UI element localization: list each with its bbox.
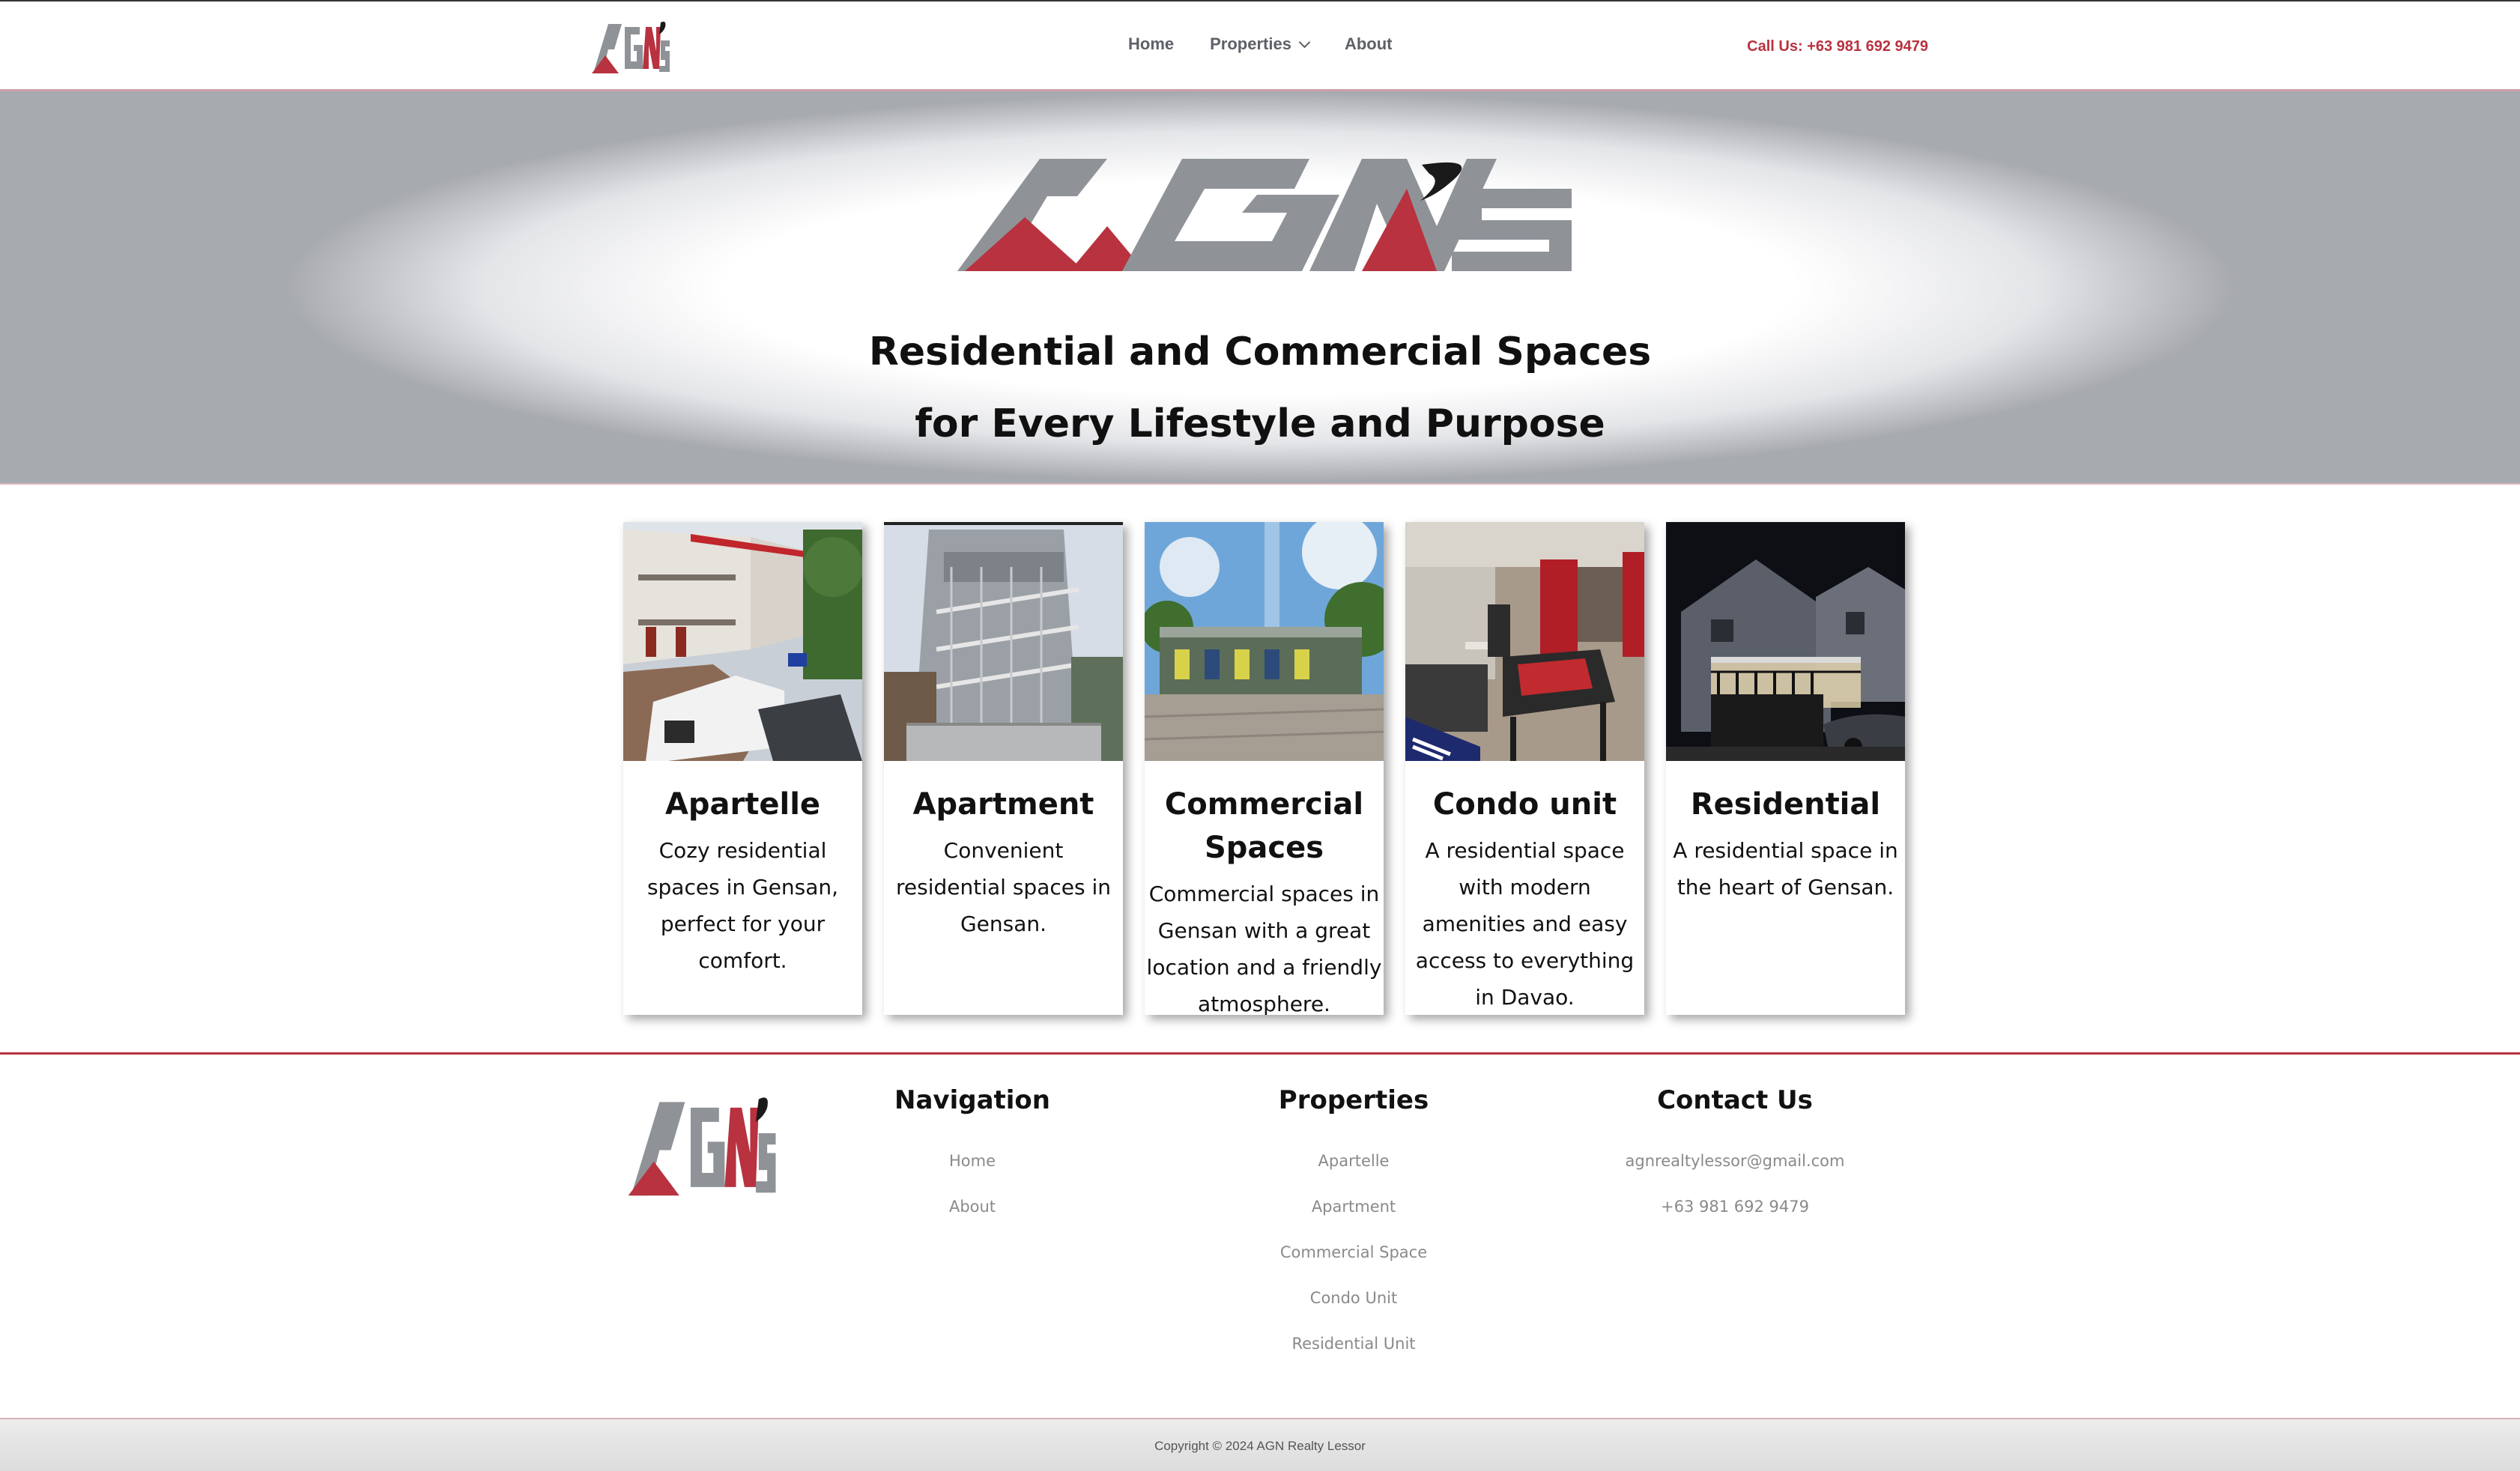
copyright-text: Copyright © 2024 AGN Realty Lessor <box>1154 1439 1366 1453</box>
card-description: Convenient residential spaces in Gensan. <box>896 838 1111 936</box>
card-title: Commercial Spaces <box>1164 787 1364 865</box>
hero-banner: Residential and Commercial Spaces for Ev… <box>0 91 2520 485</box>
commercial-photo[interactable] <box>1145 522 1384 761</box>
property-card-residential[interactable]: Residential A residential space in the h… <box>1666 522 1905 1015</box>
card-description: A residential space in the heart of Gens… <box>1673 838 1898 900</box>
card-title: Apartment <box>912 787 1094 822</box>
nav-about-label: About <box>1344 34 1393 53</box>
card-title: Residential <box>1690 787 1881 822</box>
card-title: Condo unit <box>1432 787 1617 822</box>
nav-properties-label: Properties <box>1210 34 1291 53</box>
property-card-condo[interactable]: Condo unit A residential space with mode… <box>1405 522 1644 1015</box>
footer-link-apartelle[interactable]: Apartelle <box>1204 1138 1503 1184</box>
footer-link-apartment[interactable]: Apartment <box>1204 1184 1503 1230</box>
agn-logo[interactable] <box>592 19 671 75</box>
footer-properties-heading: Properties <box>1278 1085 1429 1115</box>
nav-home[interactable]: Home <box>1128 34 1174 54</box>
chevron-down-icon <box>1298 36 1311 48</box>
footer-link-home[interactable]: Home <box>823 1138 1122 1184</box>
site-footer: Navigation Home About Properties Apartel… <box>0 1052 2520 1419</box>
call-us-link[interactable]: Call Us: +63 981 692 9479 <box>1747 38 1928 55</box>
footer-link-condo-unit[interactable]: Condo Unit <box>1204 1276 1503 1321</box>
footer-link-commercial-space[interactable]: Commercial Space <box>1204 1230 1503 1276</box>
agn-hero-logo <box>957 159 1572 271</box>
residential-photo[interactable] <box>1666 522 1905 761</box>
property-card-commercial[interactable]: Commercial Spaces Commercial spaces in G… <box>1145 522 1384 1015</box>
main-nav: Home Properties About <box>1128 34 1392 54</box>
nav-about[interactable]: About <box>1345 34 1393 54</box>
property-cards: Apartelle Cozy residential spaces in Gen… <box>623 522 1905 1015</box>
footer-contact-email[interactable]: agnrealtylessor@gmail.com <box>1585 1138 1885 1184</box>
card-description: A residential space with modern amenitie… <box>1415 838 1635 1010</box>
footer-navigation: Navigation Home About <box>823 1082 1122 1230</box>
nav-home-label: Home <box>1128 34 1175 53</box>
apartment-photo[interactable] <box>884 522 1123 761</box>
footer-link-about[interactable]: About <box>823 1184 1122 1230</box>
apartelle-photo[interactable] <box>623 522 862 761</box>
nav-properties[interactable]: Properties <box>1210 34 1311 54</box>
property-card-apartelle[interactable]: Apartelle Cozy residential spaces in Gen… <box>623 522 862 1015</box>
footer-contact: Contact Us agnrealtylessor@gmail.com +63… <box>1585 1082 1885 1230</box>
property-card-apartment[interactable]: Apartment Convenient residential spaces … <box>884 522 1123 1015</box>
footer-contact-phone[interactable]: +63 981 692 9479 <box>1585 1184 1885 1230</box>
agn-footer-logo[interactable] <box>628 1094 779 1198</box>
card-title: Apartelle <box>664 787 821 822</box>
hero-title-line1: Residential and Commercial Spaces <box>868 330 1652 374</box>
site-header: Home Properties About Call Us: +63 981 6… <box>0 0 2520 91</box>
footer-navigation-heading: Navigation <box>894 1085 1050 1115</box>
footer-contact-heading: Contact Us <box>1657 1085 1813 1115</box>
condo-photo[interactable] <box>1405 522 1644 761</box>
hero-title-line2: for Every Lifestyle and Purpose <box>915 401 1605 446</box>
footer-properties: Properties Apartelle Apartment Commercia… <box>1204 1082 1503 1367</box>
card-description: Commercial spaces in Gensan with a great… <box>1146 882 1382 1015</box>
card-description: Cozy residential spaces in Gensan, perfe… <box>646 838 839 973</box>
footer-link-residential-unit[interactable]: Residential Unit <box>1204 1321 1503 1367</box>
copyright-bar: Copyright © 2024 AGN Realty Lessor <box>0 1419 2520 1471</box>
